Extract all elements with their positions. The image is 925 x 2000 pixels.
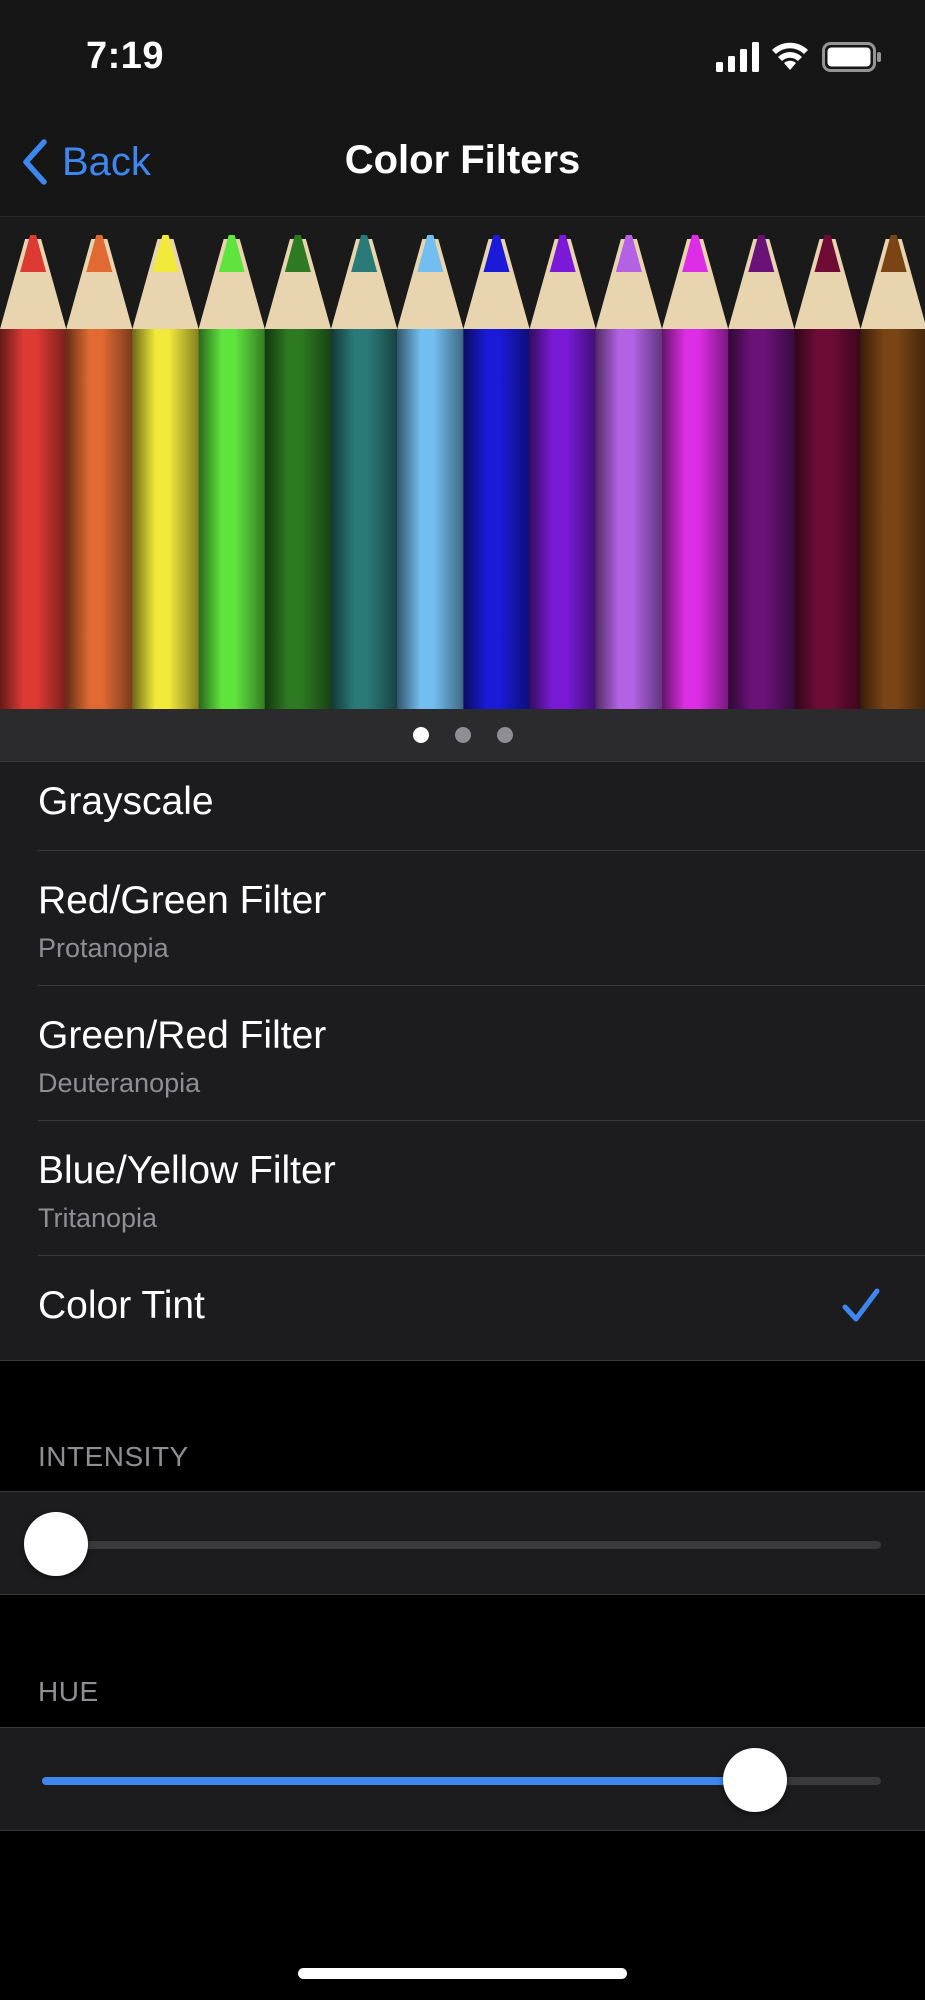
pencil	[728, 235, 795, 709]
pencil	[198, 235, 265, 709]
page-dot[interactable]	[496, 727, 513, 743]
pencil	[0, 235, 67, 709]
battery-icon	[822, 42, 881, 72]
hue-slider-fill	[42, 1777, 756, 1785]
intensity-slider-cell	[0, 1491, 925, 1595]
pencil	[463, 235, 530, 709]
pencil	[529, 235, 596, 709]
pencil	[860, 235, 925, 709]
page-dot[interactable]	[454, 727, 471, 743]
pencil	[132, 235, 199, 709]
page-dot[interactable]	[412, 727, 429, 743]
filter-option-grayscale[interactable]: Grayscale	[0, 762, 925, 851]
filter-option-tritanopia[interactable]: Blue/Yellow Filter Tritanopia	[0, 1121, 925, 1256]
filter-subtitle: Deuteranopia	[38, 1068, 201, 1098]
filter-subtitle: Tritanopia	[38, 1203, 158, 1233]
pencil	[397, 235, 464, 709]
filter-option-protanopia[interactable]: Red/Green Filter Protanopia	[0, 851, 925, 986]
hue-header: HUE	[38, 1676, 99, 1707]
intensity-header: INTENSITY	[38, 1441, 189, 1472]
filter-title: Color Tint	[38, 1284, 205, 1327]
filter-title: Red/Green Filter	[38, 879, 327, 922]
pencil	[331, 235, 398, 709]
hue-slider-cell	[0, 1727, 925, 1831]
filter-option-deuteranopia[interactable]: Green/Red Filter Deuteranopia	[0, 986, 925, 1121]
page-title: Color Filters	[344, 138, 581, 182]
pencil	[662, 235, 729, 709]
page-control[interactable]	[0, 709, 925, 761]
colored-pencils-image[interactable]	[0, 217, 925, 709]
intensity-slider-thumb[interactable]	[24, 1512, 88, 1576]
pencil	[595, 235, 662, 709]
pencils-illustration	[0, 235, 925, 709]
wifi-icon	[772, 42, 808, 70]
signal-icon	[716, 42, 759, 72]
pencil	[264, 235, 331, 709]
filter-title: Blue/Yellow Filter	[38, 1149, 336, 1192]
intensity-slider[interactable]	[42, 1541, 881, 1549]
status-time: 7:19	[86, 35, 165, 77]
filter-title: Grayscale	[38, 780, 214, 823]
pencil	[66, 235, 133, 709]
hue-slider-thumb[interactable]	[723, 1748, 788, 1812]
filter-subtitle: Protanopia	[38, 933, 169, 963]
home-indicator[interactable]	[298, 1968, 627, 1979]
filter-list: Grayscale Red/Green Filter Protanopia Gr…	[0, 761, 925, 1361]
pencil	[794, 235, 861, 709]
navigation-bar: 7:19 Back Color Filters	[0, 0, 925, 217]
checkmark-icon	[842, 1288, 880, 1322]
filter-title: Green/Red Filter	[38, 1014, 327, 1057]
filter-option-color-tint[interactable]: Color Tint	[0, 1256, 925, 1360]
